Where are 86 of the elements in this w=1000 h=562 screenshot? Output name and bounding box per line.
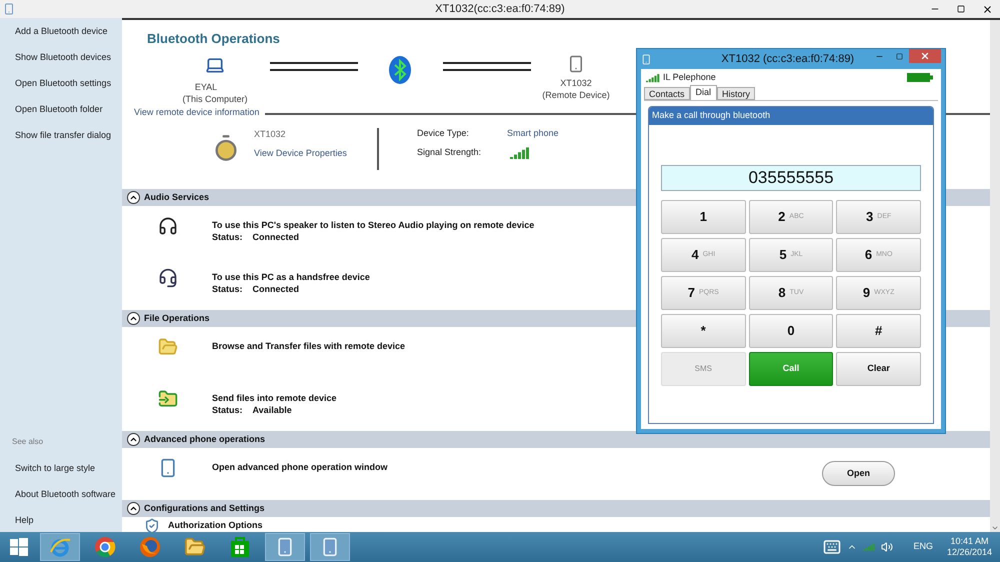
service-description: Browse and Transfer files with remote device [212, 340, 406, 352]
page-heading: Bluetooth Operations [147, 31, 281, 47]
dial-key[interactable]: # [836, 314, 921, 348]
sidebar-link[interactable]: Help [15, 514, 122, 526]
section-title: Audio Services [144, 190, 210, 204]
detail-value: Smart phone [507, 126, 559, 140]
device-name: XT1032 [254, 128, 287, 140]
signal-strength-icon [510, 146, 530, 158]
round-logo-icon [94, 536, 116, 558]
status-label: Status: [212, 231, 243, 243]
sidebar-link[interactable]: Open Bluetooth folder [15, 103, 122, 115]
keyboard-icon[interactable] [823, 538, 842, 556]
battery-icon [907, 73, 933, 82]
device-name: XT1032 [560, 77, 592, 89]
tab[interactable]: History [717, 87, 756, 100]
tab[interactable]: Contacts [644, 87, 690, 100]
section-title: File Operations [144, 312, 210, 325]
phone-number-field[interactable]: 035555555 [661, 165, 921, 191]
service-description: Send files into remote device [212, 392, 338, 404]
dial-key[interactable]: 0 [748, 314, 834, 348]
collapse-icon[interactable] [127, 191, 140, 204]
shield-icon [144, 518, 160, 532]
sidebar-link[interactable]: About Bluetooth software [15, 488, 122, 500]
phone-icon [3, 3, 15, 15]
window-title: XT1032(cc:c3:ea:f0:74:89) [434, 2, 566, 17]
detail-label: Signal Strength: [417, 146, 482, 159]
scrollbar[interactable] [990, 18, 1000, 532]
device-name: EYAL [194, 82, 218, 93]
folder-icon [158, 337, 178, 357]
sidebar-link[interactable]: Add a Bluetooth device [15, 25, 122, 37]
status-value: Connected [252, 231, 300, 243]
collapse-icon[interactable] [127, 433, 140, 446]
section-header[interactable]: Configurations and Settings [122, 500, 990, 517]
maximize-icon [896, 52, 902, 60]
signal-strength-icon [863, 542, 876, 552]
folder-icon [158, 389, 178, 409]
dial-key[interactable]: * [661, 314, 746, 348]
collapse-icon[interactable] [127, 312, 140, 325]
taskbar-app[interactable] [265, 533, 305, 561]
language-indicator[interactable]: ENG [913, 540, 933, 554]
scroll-down-icon[interactable] [991, 524, 999, 532]
service-description: To use this PC as a handsfree device [212, 271, 371, 283]
close-icon [920, 51, 930, 61]
dial-key[interactable]: Clear [836, 352, 921, 386]
signal-strength-icon [646, 72, 660, 82]
windows-logo-icon [10, 538, 28, 556]
shopping-bag-icon [230, 536, 250, 558]
bluetooth-icon [388, 55, 412, 85]
collapse-icon[interactable] [127, 502, 140, 515]
remote-info-link[interactable]: View remote device information [134, 106, 260, 120]
section-title: Configurations and Settings [144, 502, 264, 515]
section-title: Advanced phone operations [144, 432, 266, 446]
sidebar-link[interactable]: Show file transfer dialog [15, 129, 122, 141]
carrier-name: IL Pelephone [663, 70, 716, 84]
status-value: Available [252, 404, 292, 416]
device-role: (This Computer) [182, 93, 248, 105]
service-description: Open advanced phone operation window [212, 461, 389, 473]
headset-icon [158, 268, 178, 288]
taskbar-app[interactable] [310, 533, 350, 561]
phone-icon [567, 55, 585, 73]
dial-key[interactable]: 1 [661, 200, 746, 234]
sidebar-link[interactable]: Open Bluetooth settings [15, 77, 122, 89]
maximize-icon [957, 5, 965, 13]
close-icon [982, 4, 992, 14]
panel-title: Make a call through bluetooth [652, 109, 770, 122]
tab[interactable]: Dial [690, 85, 718, 100]
folder-icon [184, 536, 206, 558]
section-header[interactable]: Advanced phone operations [122, 431, 990, 448]
headphones-icon [158, 216, 178, 236]
option-label[interactable]: Authorization Options [168, 518, 262, 532]
see-also-label: See also [12, 436, 44, 448]
service-description: To use this PC's speaker to listen to Stereo Audio playing on remote device [212, 219, 536, 231]
speaker-icon[interactable] [881, 541, 894, 553]
status-label: Status: [212, 404, 243, 416]
sidebar-link[interactable]: Switch to large style [15, 462, 122, 474]
open-button[interactable]: Open [822, 461, 895, 486]
sidebar-link[interactable]: Show Bluetooth devices [15, 51, 122, 63]
device-properties-link[interactable]: View Device Properties [254, 146, 364, 158]
status-value: Connected [252, 283, 300, 295]
detail-label: Device Type: [417, 126, 470, 140]
phone-icon [641, 54, 652, 64]
e-ring-logo-icon [49, 536, 71, 558]
device-role: (Remote Device) [542, 89, 610, 101]
status-label: Status: [212, 283, 243, 295]
window-title: XT1032 (cc:c3:ea:f0:74:89) [720, 52, 856, 67]
clock[interactable]: 10:41 AM 12/26/2014 [946, 536, 992, 558]
